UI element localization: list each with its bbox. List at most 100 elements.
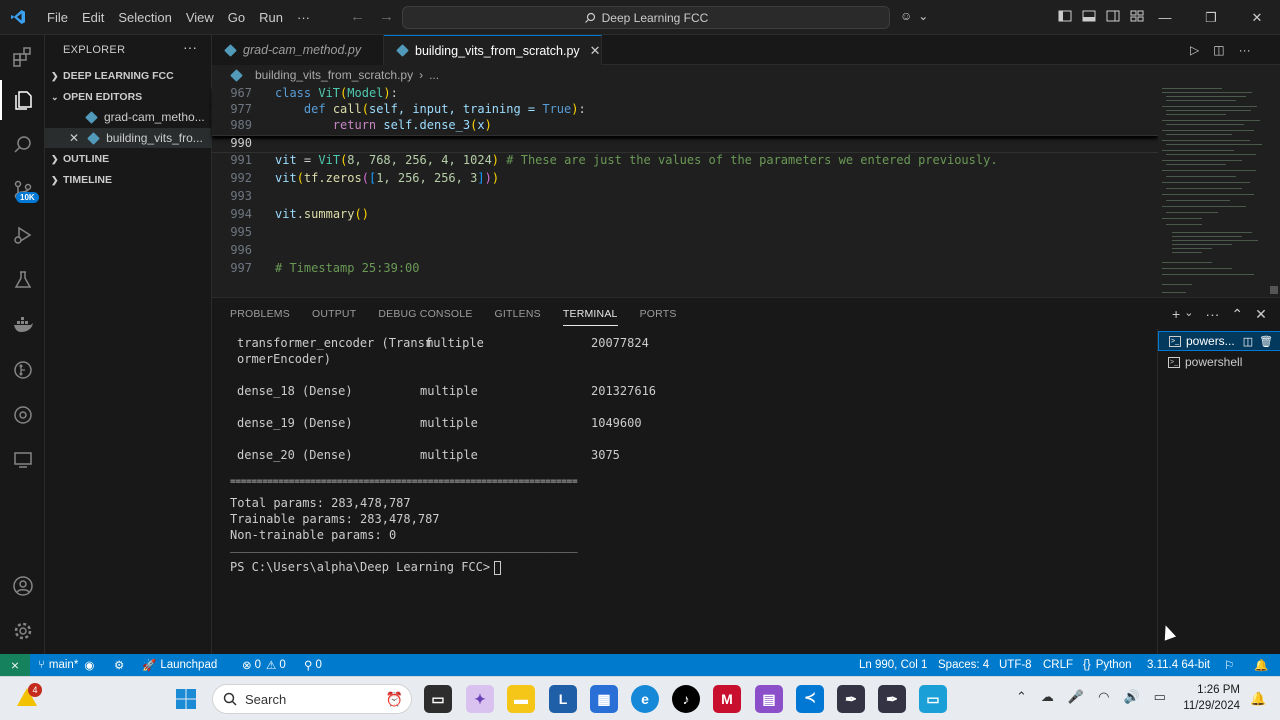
- maximize-panel-icon[interactable]: ⌃: [1231, 306, 1243, 323]
- tab-problems[interactable]: PROBLEMS: [230, 308, 290, 326]
- tab-gitlens[interactable]: GITLENS: [495, 308, 541, 326]
- editor-scrollbar[interactable]: [1268, 84, 1280, 296]
- menu-run[interactable]: Run: [252, 10, 290, 25]
- more-actions-icon[interactable]: ···: [1239, 43, 1251, 57]
- open-editors-section[interactable]: ⌄ OPEN EDITORS: [45, 87, 212, 107]
- breadcrumb-more[interactable]: ...: [429, 68, 439, 82]
- task-view-icon[interactable]: ▭: [424, 685, 452, 713]
- explorer-icon[interactable]: [0, 80, 45, 120]
- tray-chevron-up-icon[interactable]: ⌃: [1016, 689, 1027, 705]
- toggle-panel-icon[interactable]: [1082, 9, 1096, 23]
- minimap[interactable]: [1158, 84, 1268, 296]
- mcafee-icon[interactable]: M: [713, 685, 741, 713]
- menu-go[interactable]: Go: [221, 10, 252, 25]
- gitlens-status[interactable]: ⚙: [114, 654, 124, 676]
- copilot-icon[interactable]: ☺: [900, 9, 912, 23]
- quill-app-icon[interactable]: ✒: [837, 685, 865, 713]
- settings-gear-icon[interactable]: [0, 611, 45, 651]
- remote-indicator[interactable]: ⨯: [0, 654, 30, 676]
- tab-terminal[interactable]: TERMINAL: [562, 308, 618, 326]
- python-interpreter[interactable]: 3.11.4 64-bit: [1147, 654, 1210, 676]
- battery-icon[interactable]: ▭: [1154, 689, 1166, 705]
- close-icon[interactable]: ✕: [69, 131, 79, 145]
- language-mode[interactable]: {} Python: [1083, 654, 1132, 676]
- cursor-position[interactable]: Ln 990, Col 1: [859, 654, 927, 676]
- menu-edit[interactable]: Edit: [75, 10, 111, 25]
- terminal-item-active[interactable]: >_ powers... ◫ 🗑: [1158, 331, 1280, 351]
- accounts-icon[interactable]: [0, 566, 45, 606]
- open-editor-item[interactable]: grad-cam_metho...: [45, 107, 212, 127]
- file-explorer-icon[interactable]: ▬: [507, 685, 535, 713]
- chevron-down-icon[interactable]: ⌄: [1184, 306, 1193, 323]
- l-app-icon[interactable]: L: [549, 685, 577, 713]
- more-actions-icon[interactable]: ···: [183, 39, 197, 55]
- tiktok-icon[interactable]: ♪: [672, 685, 700, 713]
- indentation[interactable]: Spaces: 4: [938, 654, 989, 676]
- terminal-output[interactable]: transformer_encoder (Transf multiple 20077…: [230, 334, 1150, 634]
- new-terminal-icon[interactable]: +: [1172, 306, 1180, 323]
- gitlens-inspect-icon[interactable]: [0, 395, 45, 435]
- run-python-icon[interactable]: ▷: [1190, 43, 1199, 57]
- restore-icon[interactable]: ❐: [1188, 10, 1234, 26]
- encoding[interactable]: UTF-8: [999, 654, 1032, 676]
- problems-status[interactable]: ⊗ 0 ⚠ 0: [242, 654, 286, 676]
- tab-ports[interactable]: PORTS: [640, 308, 677, 326]
- launchpad-status[interactable]: 🚀 Launchpad: [142, 654, 217, 676]
- taskbar-search[interactable]: Search ⏰: [212, 684, 412, 714]
- extensions-icon[interactable]: [0, 37, 45, 77]
- remote-desktop-icon[interactable]: ▭: [919, 685, 947, 713]
- menu-selection[interactable]: Selection: [111, 10, 178, 25]
- minimize-icon[interactable]: —: [1142, 10, 1188, 25]
- outline-section[interactable]: ❯ OUTLINE: [45, 149, 212, 169]
- run-debug-icon[interactable]: [0, 215, 45, 255]
- edge-browser-icon[interactable]: e: [631, 685, 659, 713]
- end-of-line[interactable]: CRLF: [1043, 654, 1073, 676]
- taskbar-clock[interactable]: 1:26 PM 11/29/2024: [1176, 682, 1240, 714]
- close-icon[interactable]: ✕: [1234, 10, 1280, 26]
- project-section[interactable]: ❯ DEEP LEARNING FCC: [45, 66, 212, 86]
- editor-scrollbar-thumb[interactable]: [1270, 286, 1278, 294]
- testing-flask-icon[interactable]: [0, 260, 45, 300]
- microsoft-store-icon[interactable]: ▦: [590, 685, 618, 713]
- notifications-bell-icon[interactable]: 🔔: [1254, 654, 1268, 676]
- tab-debug-console[interactable]: DEBUG CONSOLE: [378, 308, 472, 326]
- timeline-section[interactable]: ❯ TIMELINE: [45, 170, 212, 190]
- media-app-icon[interactable]: ▤: [755, 685, 783, 713]
- code-editor[interactable]: 967 class ViT(Model): 977 def call(self, …: [212, 84, 1158, 296]
- gitlens-icon[interactable]: [0, 350, 45, 390]
- split-terminal-icon[interactable]: ◫: [1243, 335, 1253, 348]
- chevron-down-icon[interactable]: ⌄: [918, 9, 928, 23]
- breadcrumb-file[interactable]: building_vits_from_scratch.py: [255, 68, 413, 82]
- menu-view[interactable]: View: [179, 10, 221, 25]
- ports-status[interactable]: ⚲ 0: [304, 654, 322, 676]
- close-panel-icon[interactable]: ✕: [1255, 306, 1267, 323]
- branch-indicator[interactable]: ⑂ main* ◉: [38, 654, 94, 676]
- terminal-prompt[interactable]: PS C:\Users\alpha\Deep Learning FCC>: [230, 560, 502, 576]
- onedrive-cloud-icon[interactable]: ☁: [1041, 689, 1054, 705]
- toggle-secondary-sidebar-icon[interactable]: [1106, 9, 1120, 23]
- more-actions-icon[interactable]: ···: [1205, 306, 1219, 323]
- wifi-icon[interactable]: ◠: [1098, 689, 1109, 705]
- forward-arrow-icon[interactable]: →: [379, 8, 394, 25]
- trash-icon[interactable]: 🗑: [1259, 335, 1273, 348]
- tab-grad-cam[interactable]: grad-cam_method.py: [212, 35, 384, 65]
- toggle-primary-sidebar-icon[interactable]: [1058, 9, 1072, 23]
- copilot-app-icon[interactable]: ✦: [466, 685, 494, 713]
- remote-explorer-icon[interactable]: [0, 440, 45, 480]
- volume-icon[interactable]: 🔊: [1123, 689, 1139, 705]
- docker-icon[interactable]: [0, 305, 45, 345]
- command-center-search[interactable]: Deep Learning FCC: [402, 6, 890, 29]
- menu-file[interactable]: File: [40, 10, 75, 25]
- source-control-icon[interactable]: [0, 170, 45, 210]
- open-editor-item-active[interactable]: ✕ building_vits_fro...: [45, 128, 212, 148]
- tab-output[interactable]: OUTPUT: [312, 308, 356, 326]
- vscode-taskbar-icon[interactable]: ≺: [796, 685, 824, 713]
- feedback-icon[interactable]: ⚐: [1224, 654, 1234, 676]
- back-arrow-icon[interactable]: ←: [350, 8, 365, 25]
- close-tab-icon[interactable]: ✕: [590, 43, 601, 59]
- microphone-icon[interactable]: 🎤: [1068, 689, 1084, 705]
- search-icon[interactable]: [0, 125, 45, 165]
- split-editor-icon[interactable]: ◫: [1213, 43, 1224, 57]
- menu-more[interactable]: ···: [290, 10, 317, 25]
- quill-app-2-icon[interactable]: ✒: [878, 685, 906, 713]
